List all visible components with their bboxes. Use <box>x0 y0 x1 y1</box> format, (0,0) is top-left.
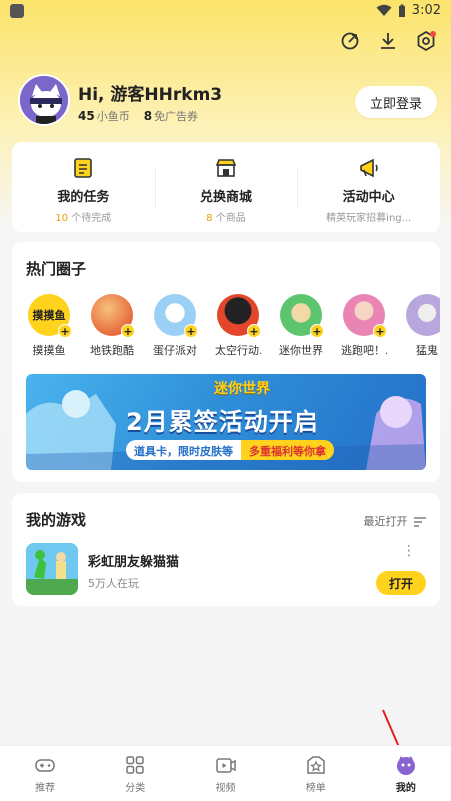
circle-avatar: + <box>91 294 135 338</box>
grid-icon <box>124 754 146 776</box>
banner-title: 2月累签活动开启 <box>126 408 319 436</box>
wifi-icon <box>376 4 392 16</box>
circle-avatar: 摸摸鱼 + <box>28 294 72 338</box>
circle-avatar: + <box>154 294 198 338</box>
tab-recommend[interactable]: 推荐 <box>0 746 90 801</box>
hot-circles-card: 热门圈子 摸摸鱼 + 摸摸鱼 + 地铁跑酷 + 蛋仔派对 + 太空行动... <box>12 242 440 482</box>
join-plus-icon[interactable]: + <box>184 324 198 338</box>
circle-list: 摸摸鱼 + 摸摸鱼 + 地铁跑酷 + 蛋仔派对 + 太空行动... + <box>26 294 440 364</box>
coins-stat[interactable]: 45 小鱼币 <box>78 108 130 124</box>
profile-icon <box>395 754 417 776</box>
status-bar: 3:02 <box>0 0 451 24</box>
circle-item[interactable]: + 迷你世界 <box>278 294 324 364</box>
circle-avatar: + <box>343 294 387 338</box>
tab-ranking[interactable]: 榜单 <box>271 746 361 801</box>
sort-icon <box>414 517 426 527</box>
quick-item-tasks[interactable]: 我的任务 10 个待完成 <box>12 142 155 232</box>
megaphone-icon <box>357 156 381 180</box>
game-item[interactable]: 彩虹朋友躲猫猫 5万人在玩 ⋮ 打开 <box>26 543 426 595</box>
greeting: Hi, 游客HHrkm3 <box>78 85 223 105</box>
my-games-card: 我的游戏 最近打开 彩虹朋友躲猫猫 5万人在玩 ⋮ 打开 <box>12 493 440 606</box>
tab-category[interactable]: 分类 <box>90 746 180 801</box>
share-icon[interactable] <box>339 30 361 52</box>
avatar[interactable] <box>18 74 70 126</box>
game-icon <box>26 543 78 595</box>
task-icon <box>71 156 95 180</box>
bottom-tab-bar: 推荐 分类 视频 榜单 我的 <box>0 745 451 801</box>
join-plus-icon[interactable]: + <box>121 324 135 338</box>
circle-avatar: + <box>217 294 261 338</box>
circle-avatar: + <box>280 294 324 338</box>
settings-icon[interactable] <box>415 30 437 52</box>
banner-logo: 迷你世界 <box>214 381 270 397</box>
gamepad-icon <box>34 754 56 776</box>
login-button[interactable]: 立即登录 <box>355 86 437 118</box>
coupons-stat[interactable]: 8 免广告券 <box>144 108 198 124</box>
circle-avatar <box>406 294 440 336</box>
section-title: 我的游戏 <box>26 511 87 529</box>
battery-icon <box>398 4 405 17</box>
game-name: 彩虹朋友躲猫猫 <box>88 555 180 570</box>
circle-item[interactable]: + 逃跑吧！... <box>341 294 387 364</box>
circle-item[interactable]: + 太空行动... <box>215 294 261 364</box>
quick-access-card: 我的任务 10 个待完成 兑换商城 8 个商品 活动中心 精英玩家招募ing..… <box>12 142 440 232</box>
join-plus-icon[interactable]: + <box>247 324 261 338</box>
tab-profile[interactable]: 我的 <box>361 746 451 801</box>
join-plus-icon[interactable]: + <box>373 324 387 338</box>
circle-item[interactable]: 摸摸鱼 + 摸摸鱼 <box>26 294 72 364</box>
join-plus-icon[interactable]: + <box>310 324 324 338</box>
game-players: 5万人在玩 <box>88 577 139 590</box>
join-plus-icon[interactable]: + <box>58 324 72 338</box>
sort-recent[interactable]: 最近打开 <box>364 513 426 529</box>
circle-item[interactable]: + 蛋仔派对 <box>152 294 198 364</box>
user-stats: 45 小鱼币 8 免广告券 <box>78 108 198 124</box>
quick-item-shop[interactable]: 兑换商城 8 个商品 <box>154 142 298 232</box>
tab-video[interactable]: 视频 <box>180 746 270 801</box>
event-banner[interactable]: 迷你世界 2月累签活动开启 道具卡，限时皮肤等 多重福利等你拿 <box>26 374 426 470</box>
download-icon[interactable] <box>377 30 399 52</box>
clock: 3:02 <box>411 3 441 18</box>
open-game-button[interactable]: 打开 <box>376 571 426 595</box>
video-icon <box>215 754 237 776</box>
top-actions <box>339 30 437 52</box>
profile-header: Hi, 游客HHrkm3 45 小鱼币 8 免广告券 立即登录 <box>18 74 437 130</box>
quick-item-events[interactable]: 活动中心 精英玩家招募ing... <box>297 142 440 232</box>
banner-subtitle: 道具卡，限时皮肤等 多重福利等你拿 <box>126 440 334 460</box>
circle-item[interactable]: + 地铁跑酷 <box>89 294 135 364</box>
circle-item[interactable]: 猛鬼 <box>404 294 440 364</box>
section-title: 热门圈子 <box>26 260 87 278</box>
more-options-icon[interactable]: ⋮ <box>402 543 416 559</box>
shop-icon <box>214 156 238 180</box>
rank-icon <box>305 754 327 776</box>
notification-icon <box>10 4 24 18</box>
